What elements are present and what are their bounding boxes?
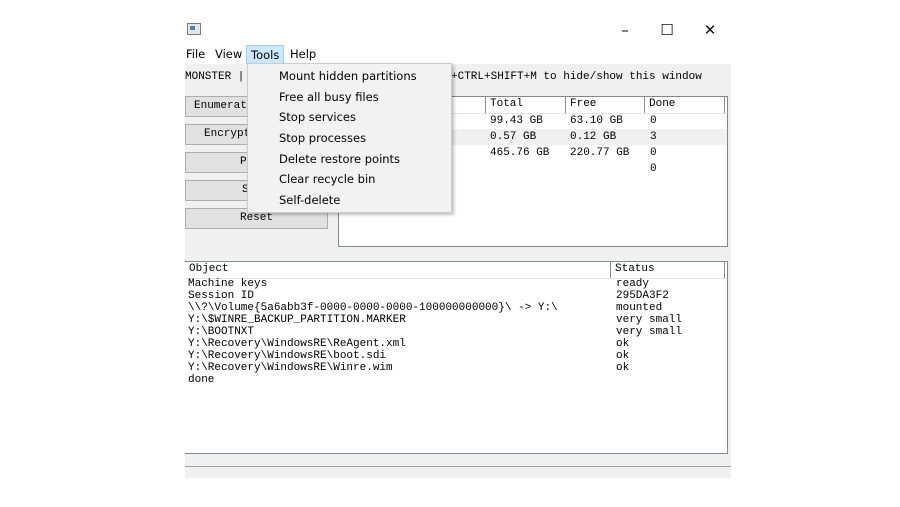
cell-free: 220.77 GB: [570, 147, 630, 159]
info-line-right: +CTRL+SHIFT+M to hide/show this window: [451, 71, 702, 83]
list-item[interactable]: Y:\Recovery\WindowsRE\ReAgent.xml ok: [185, 338, 727, 350]
log-status: ok: [616, 362, 630, 374]
log-object: done: [188, 374, 215, 386]
list-item[interactable]: Y:\$WINRE_BACKUP_PARTITION.MARKER very s…: [185, 314, 727, 326]
log-header-object[interactable]: Object: [185, 262, 611, 278]
log-object: Machine keys: [188, 278, 268, 290]
drives-header-done[interactable]: Done: [645, 97, 725, 113]
cell-done: 3: [650, 131, 657, 143]
log-header: Object Status: [185, 262, 727, 279]
cell-total: 99.43 GB: [490, 115, 543, 127]
log-object: Y:\Recovery\WindowsRE\ReAgent.xml: [188, 338, 406, 350]
list-item[interactable]: done: [185, 374, 727, 386]
menu-item-self-delete[interactable]: Self-delete: [248, 190, 451, 211]
cell-done: 0: [650, 147, 657, 159]
menu-item-mount-hidden-partitions[interactable]: Mount hidden partitions: [248, 66, 451, 87]
log-list[interactable]: Object Status Machine keys ready Session…: [185, 261, 728, 454]
menu-item-delete-restore-points[interactable]: Delete restore points: [248, 149, 451, 170]
maximize-button[interactable]: ☐: [652, 17, 682, 43]
log-status: ok: [616, 338, 630, 350]
drives-header-free[interactable]: Free: [566, 97, 645, 113]
log-object: Y:\Recovery\WindowsRE\boot.sdi: [188, 350, 387, 362]
cell-done: 0: [650, 115, 657, 127]
menu-item-stop-services[interactable]: Stop services: [248, 107, 451, 128]
cell-free: 0.12 GB: [570, 131, 617, 143]
log-header-status[interactable]: Status: [611, 262, 725, 278]
cell-total: 465.76 GB: [490, 147, 550, 159]
list-item[interactable]: Y:\Recovery\WindowsRE\boot.sdi ok: [185, 350, 727, 362]
menu-help[interactable]: Help: [286, 45, 320, 64]
info-line-left: MONSTER |: [185, 71, 245, 83]
menu-view[interactable]: View: [211, 45, 246, 64]
menu-item-clear-recycle-bin[interactable]: Clear recycle bin: [248, 169, 451, 190]
list-item[interactable]: Session ID 295DA3F2: [185, 290, 727, 302]
list-item[interactable]: Y:\Recovery\WindowsRE\Winre.wim ok: [185, 362, 727, 374]
cell-total: 0.57 GB: [490, 131, 537, 143]
menu-item-free-busy-files[interactable]: Free all busy files: [248, 87, 451, 108]
log-status: very small: [616, 314, 683, 326]
menu-item-stop-processes[interactable]: Stop processes: [248, 128, 451, 149]
log-status: 295DA3F2: [616, 290, 669, 302]
log-object: Y:\$WINRE_BACKUP_PARTITION.MARKER: [188, 314, 406, 326]
log-status: ok: [616, 350, 630, 362]
log-object: Y:\BOOTNXT: [188, 326, 255, 338]
drives-header-total[interactable]: Total: [486, 97, 566, 113]
log-object: \\?\Volume{5a6abb3f-0000-0000-0000-10000…: [188, 302, 558, 314]
log-status: ready: [616, 278, 650, 290]
minimize-button[interactable]: –: [610, 17, 640, 43]
menu-tools[interactable]: Tools: [246, 45, 284, 64]
list-item[interactable]: Machine keys ready: [185, 278, 727, 290]
log-object: Session ID: [188, 290, 255, 302]
status-bar: [185, 466, 731, 478]
close-button[interactable]: ✕: [695, 17, 725, 43]
list-item[interactable]: Y:\BOOTNXT very small: [185, 326, 727, 338]
cell-free: 63.10 GB: [570, 115, 623, 127]
menu-file[interactable]: File: [182, 45, 209, 64]
tools-dropdown-menu: Mount hidden partitions Free all busy fi…: [247, 63, 452, 213]
app-icon: [187, 23, 201, 35]
list-item[interactable]: \\?\Volume{5a6abb3f-0000-0000-0000-10000…: [185, 302, 727, 314]
cell-done: 0: [650, 163, 657, 175]
log-status: mounted: [616, 302, 663, 314]
log-object: Y:\Recovery\WindowsRE\Winre.wim: [188, 362, 393, 374]
log-status: very small: [616, 326, 683, 338]
